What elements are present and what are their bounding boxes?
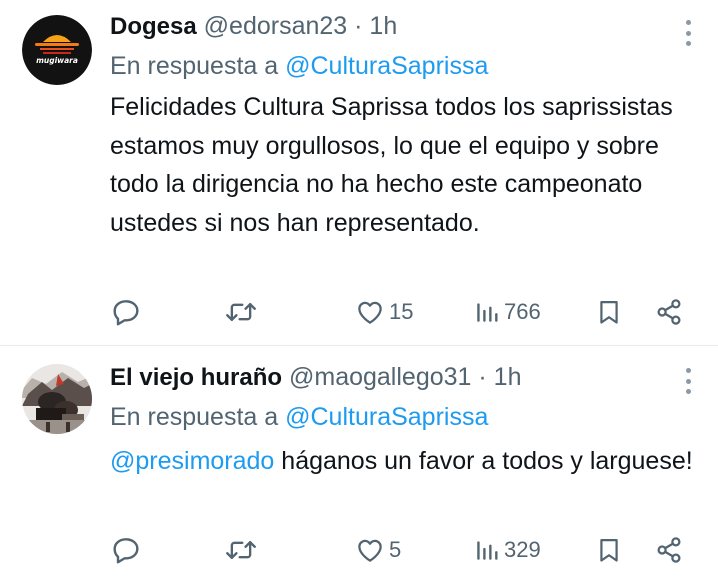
reply-context: En respuesta a @CulturaSaprissa <box>110 48 488 84</box>
like-button[interactable]: 5 <box>355 530 401 570</box>
views-button[interactable]: 329 <box>474 530 541 570</box>
like-count: 5 <box>389 537 402 562</box>
bookmark-icon <box>600 300 618 324</box>
tweet[interactable]: mugiwara Dogesa @edorsan23 · 1h En respu… <box>0 0 718 346</box>
tweet-text-body: háganos un favor a todos y larguese! <box>274 447 693 475</box>
user-handle[interactable]: @maogallego31 <box>289 363 471 391</box>
tweet-text: Felicidades Cultura Saprissa todos los s… <box>110 93 673 237</box>
retweet-button[interactable] <box>224 292 258 332</box>
reply-button[interactable] <box>110 530 142 570</box>
reply-prefix: En respuesta a <box>110 403 279 431</box>
reply-prefix: En respuesta a <box>110 52 279 80</box>
display-name[interactable]: Dogesa <box>110 13 197 40</box>
reply-icon <box>113 538 139 564</box>
reply-handle-link[interactable]: @CulturaSaprissa <box>285 403 488 431</box>
separator: · <box>354 12 363 40</box>
views-icon <box>477 541 498 560</box>
reply-handle-link[interactable]: @CulturaSaprissa <box>285 52 488 80</box>
views-icon <box>477 303 498 322</box>
svg-text:mugiwara: mugiwara <box>36 56 78 65</box>
reply-context: En respuesta a @CulturaSaprissa <box>110 399 488 435</box>
like-icon <box>358 301 382 324</box>
like-button[interactable]: 15 <box>355 292 413 332</box>
mention-link[interactable]: @presimorado <box>110 447 274 475</box>
tweet[interactable]: El viejo huraño @maogallego31 · 1h En re… <box>0 346 718 582</box>
more-icon[interactable] <box>682 368 694 394</box>
share-button[interactable] <box>654 530 684 570</box>
action-bar: 5 329 <box>0 530 718 570</box>
retweet-button[interactable] <box>224 530 258 570</box>
mugiwara-logo-icon: mugiwara <box>22 15 92 85</box>
retweet-icon <box>226 540 256 560</box>
tweet-header: El viejo huraño @maogallego31 · 1h <box>110 359 658 395</box>
user-handle[interactable]: @edorsan23 <box>204 12 348 40</box>
views-count: 766 <box>504 299 541 324</box>
like-icon <box>358 539 382 562</box>
timestamp[interactable]: 1h <box>494 363 522 391</box>
views-button[interactable]: 766 <box>474 292 541 332</box>
retweet-icon <box>226 302 256 322</box>
share-icon <box>657 299 681 325</box>
avatar[interactable]: mugiwara <box>22 15 92 85</box>
tweet-header: Dogesa @edorsan23 · 1h <box>110 8 658 44</box>
views-count: 329 <box>504 537 541 562</box>
more-icon[interactable] <box>682 20 694 46</box>
bookmark-icon <box>600 538 618 562</box>
action-bar: 15 766 <box>0 292 718 332</box>
share-button[interactable] <box>654 292 684 332</box>
tweet-text: @presimorado háganos un favor a todos y … <box>110 442 700 481</box>
reply-icon <box>113 300 139 326</box>
bookmark-button[interactable] <box>595 292 623 332</box>
share-icon <box>657 537 681 563</box>
bookmark-button[interactable] <box>595 530 623 570</box>
reply-button[interactable] <box>110 292 142 332</box>
timestamp[interactable]: 1h <box>369 12 397 40</box>
display-name[interactable]: El viejo huraño <box>110 364 282 391</box>
separator: · <box>478 363 487 391</box>
like-count: 15 <box>389 299 414 324</box>
avatar[interactable] <box>22 364 92 434</box>
user-photo-icon <box>22 364 92 434</box>
